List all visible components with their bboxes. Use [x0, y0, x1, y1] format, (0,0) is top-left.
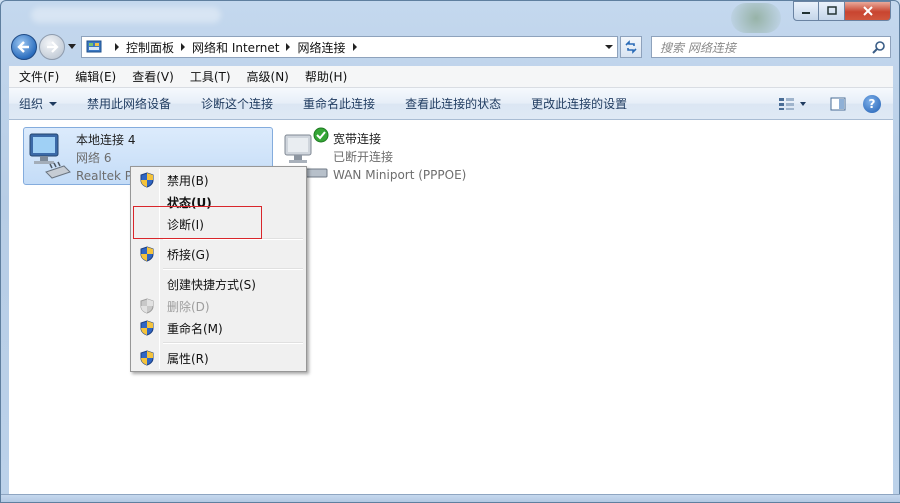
rename-connection-button[interactable]: 重命名此连接 [303, 95, 375, 112]
menu-item-label: 属性(R) [167, 351, 209, 366]
connection-item-broadband[interactable]: 宽带连接 已断开连接 WAN Miniport (PPPOE) [281, 127, 541, 185]
uac-shield-icon [133, 298, 161, 314]
breadcrumb-control-panel[interactable]: 控制面板 [126, 39, 174, 56]
address-bar[interactable]: 控制面板 网络和 Internet 网络连接 [81, 36, 618, 58]
breadcrumb-network-connections[interactable]: 网络连接 [297, 39, 345, 56]
change-settings-button[interactable]: 更改此连接的设置 [531, 95, 627, 112]
search-icon[interactable] [872, 40, 886, 54]
connection-device: WAN Miniport (PPPOE) [333, 168, 467, 182]
menu-item-label: 创建快捷方式(S) [167, 277, 256, 292]
window-frame: 控制面板 网络和 Internet 网络连接 搜索 网络连接 文件(F) 编辑(… [0, 0, 900, 503]
menu-advanced[interactable]: 高级(N) [239, 68, 297, 85]
window-title-blur [31, 7, 221, 23]
arrow-left-icon [17, 41, 29, 53]
breadcrumb-separator[interactable] [115, 43, 119, 51]
caption-buttons [793, 1, 891, 21]
menu-item-create-shortcut[interactable]: 创建快捷方式(S) [133, 273, 304, 295]
search-input[interactable]: 搜索 网络连接 [660, 39, 736, 56]
menu-item-delete: 删除(D) [133, 295, 304, 317]
menu-bar: 文件(F) 编辑(E) 查看(V) 工具(T) 高级(N) 帮助(H) [9, 66, 893, 88]
maximize-button[interactable] [819, 1, 845, 21]
organize-button[interactable]: 组织 [19, 95, 58, 112]
menu-item-properties[interactable]: 属性(R) [133, 347, 304, 369]
connection-text: 本地连接 4 网络 6 Realtek P [76, 128, 135, 184]
context-menu: 禁用(B) 状态(U) 诊断(I) 桥接(G) 创建快捷方式(S) 删除(D) … [130, 166, 307, 372]
command-bar-right: ? [773, 88, 893, 120]
connection-name: 本地连接 4 [76, 133, 136, 147]
menu-edit[interactable]: 编辑(E) [67, 68, 124, 85]
menu-item-label: 删除(D) [167, 299, 210, 314]
help-button[interactable]: ? [863, 95, 881, 113]
chevron-down-icon [68, 44, 76, 49]
breadcrumb-separator[interactable] [352, 43, 357, 51]
organize-label: 组织 [19, 97, 44, 111]
menu-item-label: 禁用(B) [167, 173, 209, 188]
command-bar: 组织 禁用此网络设备 诊断这个连接 重命名此连接 查看此连接的状态 更改此连接的… [9, 88, 893, 120]
control-panel-icon [86, 40, 102, 53]
breadcrumb-separator[interactable] [181, 43, 186, 51]
network-adapter-icon [24, 128, 76, 186]
menu-tools[interactable]: 工具(T) [182, 68, 239, 85]
window-bottom-border [1, 494, 900, 502]
refresh-button[interactable] [620, 36, 642, 58]
uac-shield-icon [133, 246, 161, 262]
menu-file[interactable]: 文件(F) [11, 68, 67, 85]
preview-pane-button[interactable] [827, 93, 849, 115]
maximize-icon [826, 6, 837, 15]
refresh-icon [625, 40, 637, 54]
connection-status: 已断开连接 [333, 150, 394, 164]
connection-text: 宽带连接 已断开连接 WAN Miniport (PPPOE) [333, 127, 466, 185]
menu-separator [163, 342, 303, 344]
arrow-right-icon [47, 41, 59, 53]
disable-device-button[interactable]: 禁用此网络设备 [87, 95, 171, 112]
view-options-icon [779, 98, 806, 110]
connection-status: 网络 6 [76, 151, 112, 165]
minimize-icon [802, 12, 810, 14]
breadcrumb: 控制面板 网络和 Internet 网络连接 [108, 39, 364, 56]
connection-device: Realtek P [76, 169, 132, 183]
minimize-button[interactable] [793, 1, 819, 21]
breadcrumb-network-internet[interactable]: 网络和 Internet [192, 39, 279, 56]
annotation-highlight-box [133, 206, 262, 239]
breadcrumb-separator[interactable] [286, 43, 291, 51]
help-icon: ? [868, 97, 876, 111]
close-button[interactable] [845, 1, 891, 21]
menu-separator [163, 268, 303, 270]
menu-item-disable[interactable]: 禁用(B) [133, 169, 304, 191]
search-box[interactable]: 搜索 网络连接 [651, 36, 891, 58]
recent-pages-button[interactable] [67, 42, 77, 52]
back-button[interactable] [11, 34, 37, 60]
forward-button[interactable] [39, 34, 65, 60]
menu-item-rename[interactable]: 重命名(M) [133, 317, 304, 339]
preview-pane-icon [830, 97, 846, 111]
connection-name: 宽带连接 [333, 132, 382, 146]
menu-item-label: 重命名(M) [167, 321, 223, 336]
change-view-button[interactable] [773, 93, 813, 115]
diagnose-connection-button[interactable]: 诊断这个连接 [201, 95, 273, 112]
chevron-down-icon [49, 101, 58, 106]
menu-item-bridge[interactable]: 桥接(G) [133, 243, 304, 265]
frame-glow [731, 3, 781, 33]
menu-help[interactable]: 帮助(H) [297, 68, 355, 85]
uac-shield-icon [133, 172, 161, 188]
uac-shield-icon [133, 350, 161, 366]
address-dropdown-button[interactable] [605, 45, 613, 49]
view-status-button[interactable]: 查看此连接的状态 [405, 95, 501, 112]
uac-shield-icon [133, 320, 161, 336]
close-icon [862, 6, 873, 16]
menu-item-label: 桥接(G) [167, 247, 210, 262]
menu-view[interactable]: 查看(V) [124, 68, 182, 85]
